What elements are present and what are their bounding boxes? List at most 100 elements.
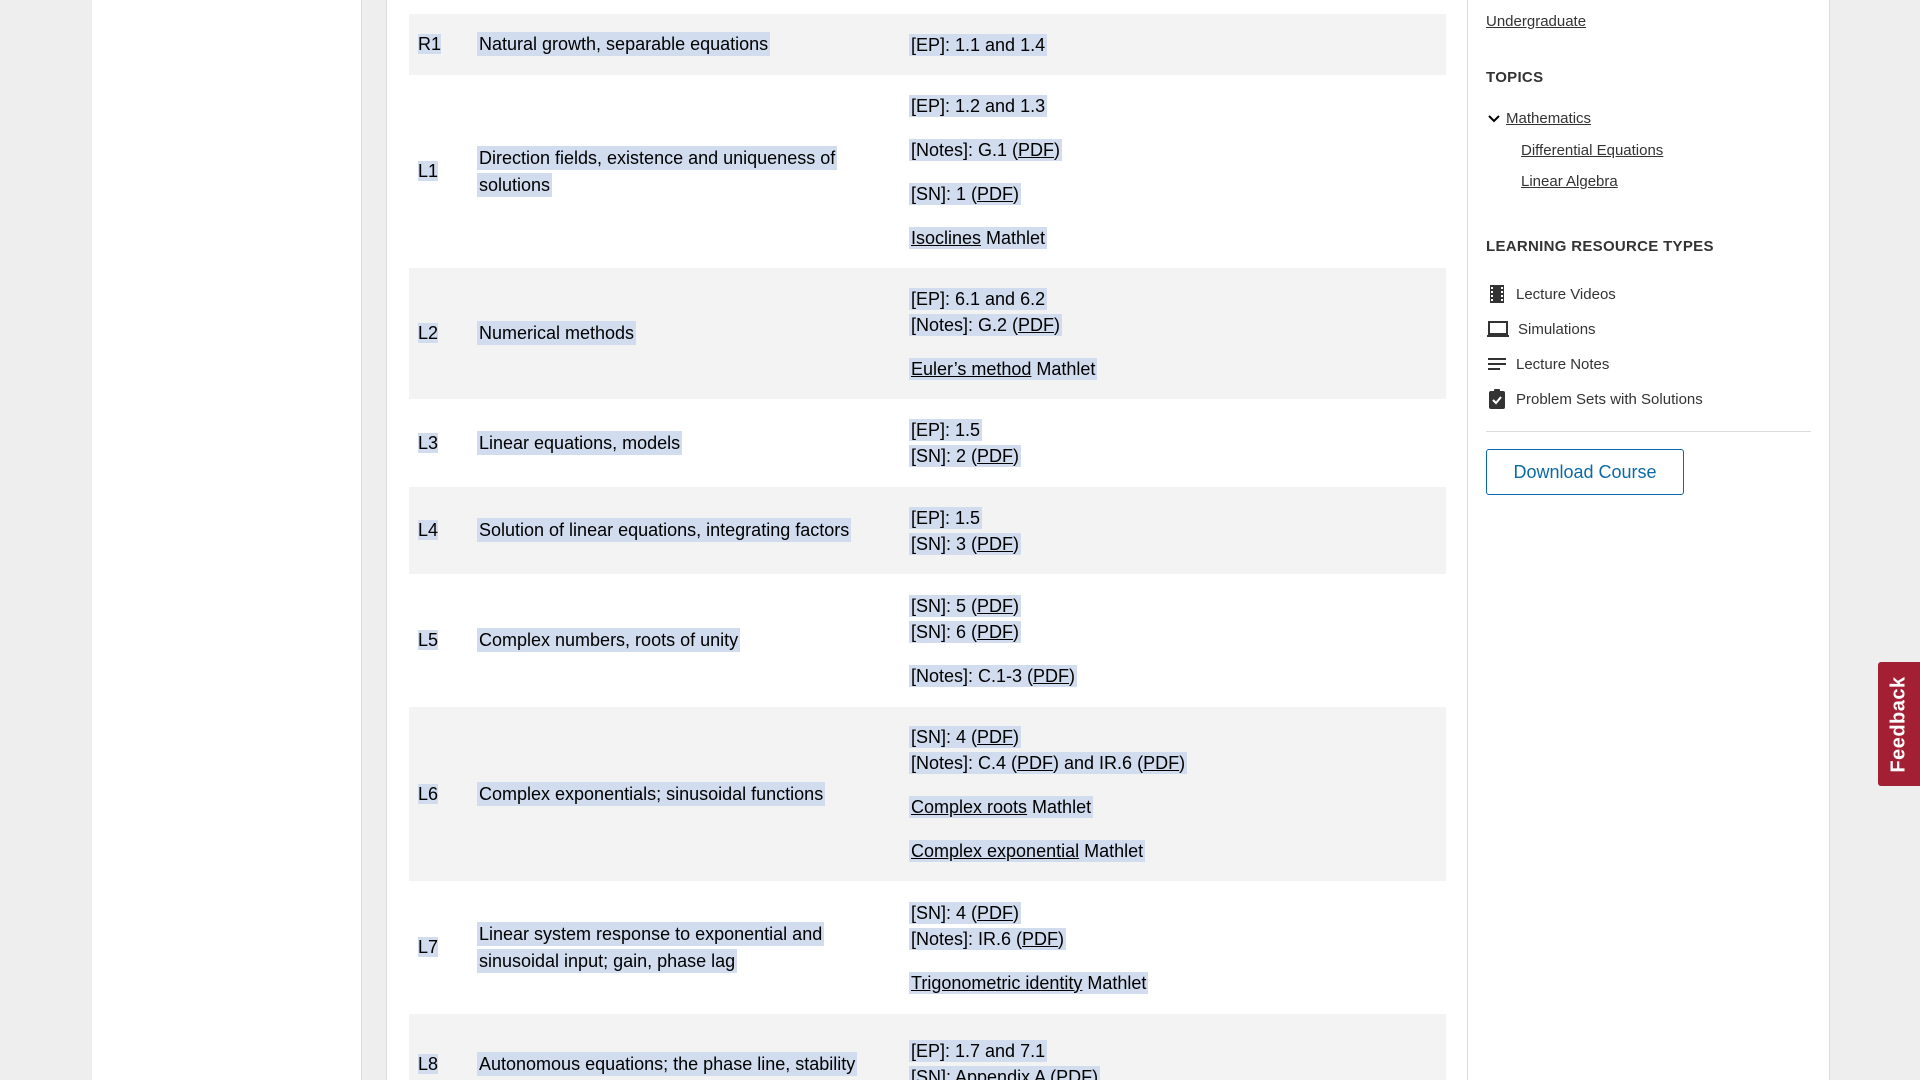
topic-mathematics-link[interactable]: Mathematics — [1506, 110, 1591, 127]
resource-selection: [Notes]: G.2 (PDF) — [909, 313, 1063, 336]
resources-cell: [SN]: 4 (PDF) [Notes]: C.4 (PDF) and IR.6… — [909, 724, 1446, 864]
resource-line: Isoclines Mathlet — [909, 225, 1446, 251]
lrt-lecture-notes[interactable]: Lecture Notes — [1486, 353, 1811, 375]
resource-text: Mathlet — [1031, 358, 1096, 379]
lrt-label: Simulations — [1518, 320, 1596, 338]
topic-text: sinusoidal input; gain, phase lag — [477, 948, 738, 973]
resource-line: [EP]: 1.5 — [909, 417, 1446, 443]
mathlet-link[interactable]: Euler’s method — [911, 359, 1031, 379]
topic-cell: Autonomous equations; the phase line, st… — [477, 1051, 909, 1078]
table-row: L5 Complex numbers, roots of unity [SN]: 5… — [409, 574, 1446, 707]
resource-selection: Trigonometric identity Mathlet — [909, 971, 1149, 994]
resource-selection: [Notes]: C.4 (PDF) and IR.6 (PDF) — [909, 752, 1188, 774]
topic-text: Autonomous equations; the phase line, st… — [477, 1051, 858, 1076]
topic-text: Linear equations, models — [477, 430, 683, 455]
resource-text: Mathlet — [1082, 972, 1147, 993]
resource-line: [Notes]: C.1-3 (PDF) — [909, 663, 1446, 689]
pdf-link[interactable]: PDF — [1022, 929, 1058, 949]
resource-line: [EP]: 1.7 and 7.1 — [909, 1038, 1446, 1064]
topic-text: Natural growth, separable equations — [477, 32, 771, 56]
resource-line: [EP]: 6.1 and 6.2 — [909, 286, 1446, 312]
pdf-link[interactable]: PDF — [1018, 315, 1054, 335]
topic-linear-algebra-link[interactable]: Linear Algebra — [1521, 173, 1618, 190]
topic-cell: Linear equations, models — [477, 430, 909, 457]
pdf-link[interactable]: PDF — [977, 622, 1013, 642]
level-link[interactable]: Undergraduate — [1486, 13, 1586, 30]
lecture-id: R1 — [418, 34, 442, 54]
table-row: L3 Linear equations, models [EP]: 1.5 [SN]:… — [409, 399, 1446, 487]
resource-text: Mathlet — [981, 227, 1046, 248]
table-row: L4 Solution of linear equations, integrat… — [409, 487, 1446, 574]
pdf-link[interactable]: PDF — [1056, 1067, 1092, 1080]
resource-text: [SN]: 6 ( — [911, 621, 978, 642]
feedback-tab[interactable]: Feedback — [1878, 662, 1920, 786]
lecture-id-cell: L3 — [409, 432, 477, 454]
resource-text: [EP]: 6.1 and 6.2 — [911, 288, 1046, 309]
resource-text: ) — [1013, 183, 1020, 204]
resource-text: ) and IR.6 ( — [1053, 753, 1144, 773]
topic-cell: Complex numbers, roots of unity — [477, 627, 909, 654]
pdf-link[interactable]: PDF — [977, 446, 1013, 466]
divider — [1486, 431, 1811, 432]
left-nav-panel — [92, 0, 362, 1080]
lrt-lecture-videos[interactable]: Lecture Videos — [1486, 283, 1811, 305]
chevron-down-icon[interactable] — [1486, 111, 1502, 127]
topic-text: Numerical methods — [477, 321, 637, 345]
lecture-table: R1 Natural growth, separable equations [EP… — [409, 14, 1446, 1080]
topic-text: solutions — [477, 172, 553, 197]
resource-line: [Notes]: G.1 (PDF) — [909, 137, 1446, 163]
resource-text: [SN]: 2 ( — [911, 446, 978, 466]
table-row: L1 Direction fields, existence and unique… — [409, 75, 1446, 268]
resource-line: Complex roots Mathlet — [909, 794, 1446, 820]
resource-selection: [SN]: 1 (PDF) — [909, 182, 1022, 205]
resource-text: ) — [1013, 902, 1020, 923]
resource-selection: [SN]: 4 (PDF) — [909, 726, 1022, 748]
pdf-link[interactable]: PDF — [977, 534, 1013, 554]
resource-line: [SN]: 4 (PDF) — [909, 900, 1446, 926]
pdf-link[interactable]: PDF — [977, 596, 1013, 616]
pdf-link[interactable]: PDF — [977, 727, 1013, 747]
resource-text: [Notes]: G.2 ( — [911, 314, 1019, 335]
resource-selection: [EP]: 6.1 and 6.2 — [909, 287, 1048, 310]
resources-cell: [EP]: 6.1 and 6.2 [Notes]: G.2 (PDF) Euler… — [909, 286, 1446, 382]
resource-line: [SN]: 4 (PDF) — [909, 724, 1446, 750]
lrt-problem-sets[interactable]: Problem Sets with Solutions — [1486, 388, 1811, 410]
resource-line: [SN]: Appendix A (PDF) — [909, 1064, 1446, 1080]
table-row: L7 Linear system response to exponential … — [409, 881, 1446, 1014]
lrt-label: Lecture Notes — [1516, 355, 1610, 373]
lecture-id: L3 — [418, 432, 439, 453]
mathlet-link[interactable]: Isoclines — [911, 228, 981, 248]
mathlet-link[interactable]: Trigonometric identity — [911, 973, 1082, 993]
lrt-simulations[interactable]: Simulations — [1486, 318, 1811, 340]
pdf-link[interactable]: PDF — [1143, 753, 1179, 773]
resources-cell: [SN]: 5 (PDF) [SN]: 6 (PDF) [Notes]: C.1-3… — [909, 593, 1446, 689]
lrt-label: Problem Sets with Solutions — [1516, 390, 1703, 408]
resource-line: [EP]: 1.2 and 1.3 — [909, 93, 1446, 119]
resource-selection: [SN]: 4 (PDF) — [909, 901, 1022, 924]
lecture-id-cell: L6 — [409, 783, 477, 805]
resource-selection: [EP]: 1.5 — [909, 419, 983, 441]
pdf-link[interactable]: PDF — [977, 184, 1013, 204]
resource-text: [Notes]: IR.6 ( — [911, 928, 1023, 949]
pdf-link[interactable]: PDF — [1017, 753, 1053, 773]
pdf-link[interactable]: PDF — [977, 903, 1013, 923]
resource-text: [EP]: 1.5 — [911, 420, 981, 440]
resource-line: [EP]: 1.1 and 1.4 — [909, 32, 1446, 58]
resource-line: [Notes]: G.2 (PDF) — [909, 312, 1446, 338]
resource-text: ) — [1069, 665, 1076, 686]
resource-text: [Notes]: G.1 ( — [911, 139, 1019, 160]
mathlet-link[interactable]: Complex roots — [911, 797, 1027, 817]
pdf-link[interactable]: PDF — [1018, 140, 1054, 160]
table-row: L8 Autonomous equations; the phase line, … — [409, 1014, 1446, 1080]
topic-differential-equations-link[interactable]: Differential Equations — [1521, 142, 1663, 159]
resources-cell: [SN]: 4 (PDF) [Notes]: IR.6 (PDF) Trigonom… — [909, 900, 1446, 996]
topics-heading: TOPICS — [1486, 69, 1544, 86]
mathlet-link[interactable]: Complex exponential — [911, 841, 1079, 861]
resource-text: ) — [1013, 595, 1020, 616]
resources-cell: [EP]: 1.5 [SN]: 3 (PDF) — [909, 505, 1446, 557]
download-course-button[interactable]: Download Course — [1486, 449, 1684, 495]
resource-text: [SN]: Appendix A ( — [911, 1067, 1057, 1080]
pdf-link[interactable]: PDF — [1033, 666, 1069, 686]
